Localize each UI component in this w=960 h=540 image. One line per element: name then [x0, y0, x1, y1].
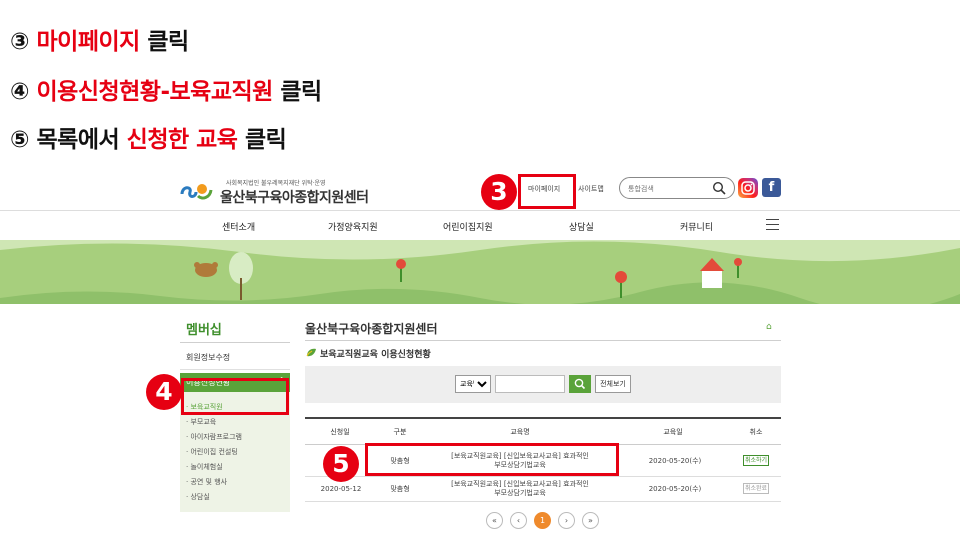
sidebar-subitem-daycare-consulting[interactable]: · 어린이집 컨설팅	[186, 447, 238, 457]
instruction-suffix: 클릭	[139, 29, 189, 55]
website-screenshot: 사회복지법인 불우레복지재단 위탁·운영 울산북구육아종합지원센터 마이페이지 …	[0, 166, 960, 540]
header-divider	[0, 210, 960, 211]
home-icon[interactable]: ⌂	[766, 322, 772, 332]
step-badge-5: 5	[323, 446, 359, 482]
search-box	[619, 177, 735, 199]
nav-item-home-parenting[interactable]: 가정양육지원	[328, 220, 378, 233]
step-badge-3: 3	[481, 174, 517, 210]
step-number: ③	[10, 29, 29, 55]
highlight-box-application-status	[181, 378, 289, 415]
filter-select[interactable]: 교육명	[455, 375, 491, 393]
section-subtitle: 보육교직원교육 이용신청현황	[320, 350, 431, 360]
sidebar-subitem-parent-education[interactable]: · 부모교육	[186, 417, 216, 427]
tree-icon	[229, 252, 253, 300]
next-page-button[interactable]: ›	[558, 512, 575, 529]
cell-edu-date: 2020-05-20(수)	[648, 457, 702, 465]
cell-edu-date: 2020-05-20(수)	[648, 485, 702, 493]
bear-icon	[194, 262, 218, 277]
sidebar-item-profile-edit[interactable]: 회원정보수정	[186, 352, 230, 363]
top-banner	[0, 240, 960, 304]
search-input[interactable]	[628, 183, 708, 194]
logo-name: 울산북구육아종합지원센터	[220, 190, 369, 206]
last-page-button[interactable]: »	[582, 512, 599, 529]
instruction-highlight: 이용신청현황-보육교직원	[36, 79, 274, 105]
instruction-step-4: ④ 이용신청현황-보육교직원 클릭	[10, 72, 322, 106]
sidebar-subitem-events[interactable]: · 공연 및 행사	[186, 477, 227, 487]
search-icon	[574, 378, 586, 390]
sitemap-link[interactable]: 사이트맵	[578, 184, 604, 194]
facebook-icon[interactable]: f	[762, 178, 781, 197]
step-number: ⑤	[10, 127, 29, 153]
sidebar-subitem-counseling[interactable]: · 상담실	[186, 492, 210, 502]
nav-item-counseling[interactable]: 상담실	[569, 220, 594, 233]
filter-search-button[interactable]	[569, 375, 591, 393]
flower-icon	[734, 258, 742, 278]
nav-item-daycare-support[interactable]: 어린이집지원	[443, 220, 493, 233]
cell-type: 맞춤형	[390, 485, 410, 493]
column-header: 취소	[749, 428, 763, 436]
flower-icon	[615, 271, 627, 298]
cell-course-name[interactable]: [보육교직원교육] [신입보육교사교육] 효과적인 부모상담기법교육	[425, 480, 615, 498]
filter-keyword-input[interactable]	[495, 375, 565, 393]
logo-subtitle: 사회복지법인 불우레복지재단 위탁·운영	[226, 180, 326, 187]
sidebar-subitem-child-program[interactable]: · 아이자람프로그램	[186, 432, 242, 442]
cancel-complete-badge: 취소완료	[743, 483, 769, 494]
sidebar-title: 멤버십	[186, 323, 222, 338]
view-all-button[interactable]: 전체보기	[595, 375, 631, 393]
nav-item-community[interactable]: 커뮤니티	[680, 220, 713, 233]
leaf-icon	[306, 348, 316, 357]
house-icon	[700, 258, 724, 288]
banner-illustration	[0, 240, 960, 304]
highlight-box-mypage	[518, 174, 576, 209]
instruction-highlight: 신청한 교육	[126, 127, 238, 153]
page-number-current[interactable]: 1	[534, 512, 551, 529]
column-header: 신청일	[330, 428, 350, 436]
cell-date: 2020-05-12	[320, 485, 362, 493]
first-page-button[interactable]: «	[486, 512, 503, 529]
highlight-box-course-row	[365, 443, 619, 476]
column-header: 구분	[393, 428, 407, 436]
nav-item-center-intro[interactable]: 센터소개	[222, 220, 255, 233]
instruction-step-5: ⑤ 목록에서 신청한 교육 클릭	[10, 120, 287, 154]
page-title: 울산북구육아종합지원센터	[305, 322, 438, 336]
cancel-button[interactable]: 취소하기	[743, 455, 769, 466]
search-icon[interactable]	[712, 181, 726, 195]
column-header: 교육명	[510, 428, 530, 436]
step-number: ④	[10, 79, 29, 105]
logo-mark-icon	[180, 184, 213, 200]
step-badge-4: 4	[146, 374, 182, 410]
sidebar-divider	[180, 342, 290, 343]
filter-bar: 교육명 전체보기	[305, 366, 781, 403]
flower-icon	[396, 259, 406, 282]
sidebar-divider	[180, 369, 290, 370]
instruction-highlight: 마이페이지	[36, 29, 141, 55]
sidebar-subitem-playroom[interactable]: · 놀이체험실	[186, 462, 223, 472]
menu-icon[interactable]	[766, 219, 779, 230]
instruction-suffix: 클릭	[237, 127, 287, 153]
prev-page-button[interactable]: ‹	[510, 512, 527, 529]
instagram-icon[interactable]	[738, 178, 758, 198]
instruction-suffix: 클릭	[272, 79, 322, 105]
instruction-step-3: ③ 마이페이지 클릭	[10, 22, 189, 56]
column-header: 교육일	[663, 428, 683, 436]
site-logo[interactable]: 사회복지법인 불우레복지재단 위탁·운영 울산북구육아종합지원센터	[178, 176, 369, 206]
title-divider	[305, 340, 781, 341]
instruction-prefix: 목록에서	[36, 127, 127, 153]
